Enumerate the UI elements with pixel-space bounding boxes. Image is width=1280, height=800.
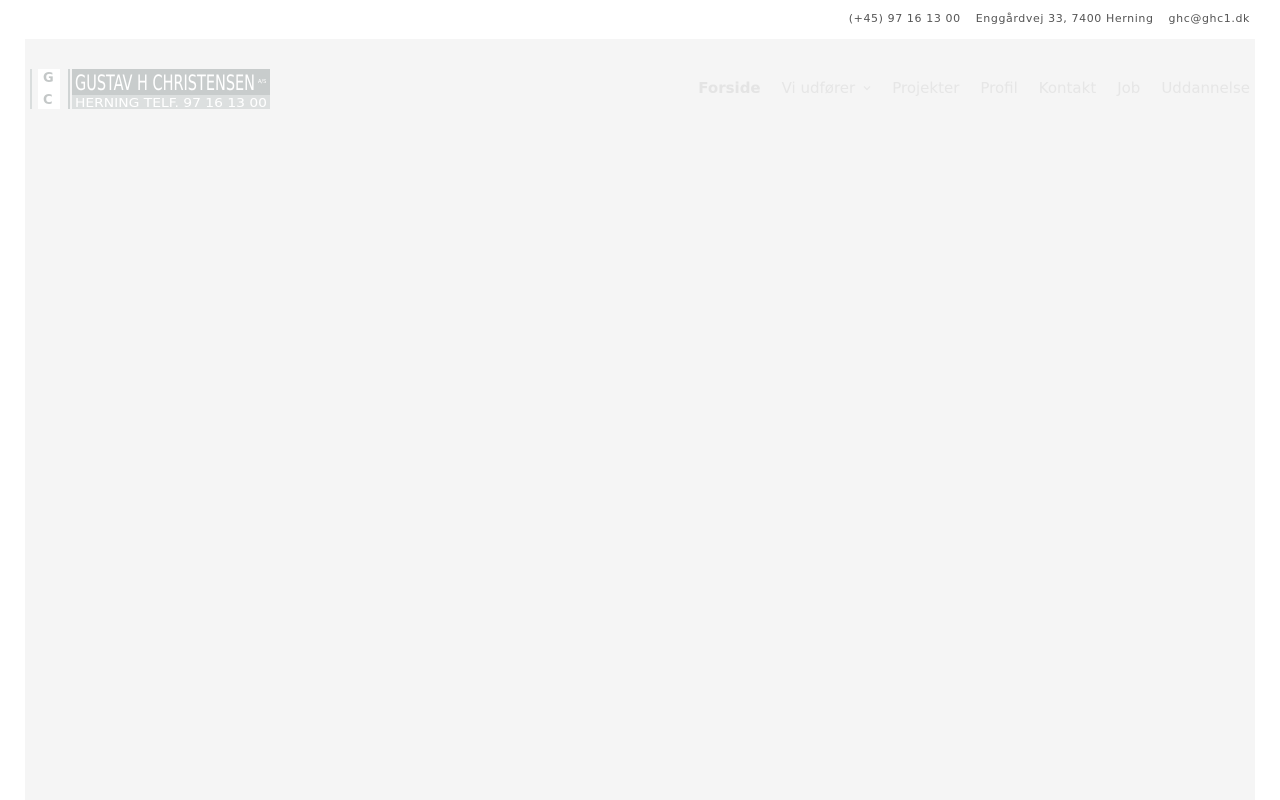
nav-item-label: Forside [698, 79, 761, 97]
chevron-down-icon [863, 86, 871, 91]
nav-item-label: Job [1117, 79, 1141, 97]
nav-item-projekter[interactable]: Projekter [892, 79, 959, 97]
contact-info: (+45) 97 16 13 00 Enggårdvej 33, 7400 He… [849, 12, 1250, 25]
logo-graphic: G C GUSTAV H CHRISTENSEN A/S HERNING TEL… [30, 69, 270, 109]
nav-item-kontakt[interactable]: Kontakt [1039, 79, 1096, 97]
nav-item-profil[interactable]: Profil [980, 79, 1017, 97]
nav-item-label: Projekter [892, 79, 960, 97]
email-link[interactable]: ghc@ghc1.dk [1169, 12, 1250, 25]
logo-subline: HERNING TELF. 97 16 13 00 [75, 96, 267, 109]
address-text: Enggårdvej 33, 7400 Herning [975, 12, 1154, 25]
nav-item-label: Uddannelse [1161, 79, 1250, 97]
phone-link[interactable]: (+45) 97 16 13 00 [849, 12, 961, 25]
nav-item-uddannelse[interactable]: Uddannelse [1161, 79, 1250, 97]
logo-name: GUSTAV H CHRISTENSEN [75, 71, 255, 95]
nav-item-label: Profil [980, 79, 1018, 97]
nav-item-label: Vi udfører [781, 79, 856, 97]
logo-letter-g: G [43, 71, 54, 86]
nav-item-label: Kontakt [1038, 79, 1097, 97]
logo-letter-c: C [43, 93, 53, 108]
hero-section: G C GUSTAV H CHRISTENSEN A/S HERNING TEL… [25, 39, 1255, 800]
nav-item-forside[interactable]: Forside [698, 79, 760, 97]
nav-item-job[interactable]: Job [1117, 79, 1140, 97]
top-contact-bar: (+45) 97 16 13 00 Enggårdvej 33, 7400 He… [0, 0, 1280, 39]
nav-item-vi-udforer[interactable]: Vi udfører [782, 79, 872, 97]
logo-suffix: A/S [258, 79, 266, 85]
main-navigation: Forside Vi udfører Projekter Profil Kont… [698, 79, 1250, 97]
company-logo[interactable]: G C GUSTAV H CHRISTENSEN A/S HERNING TEL… [30, 69, 270, 109]
